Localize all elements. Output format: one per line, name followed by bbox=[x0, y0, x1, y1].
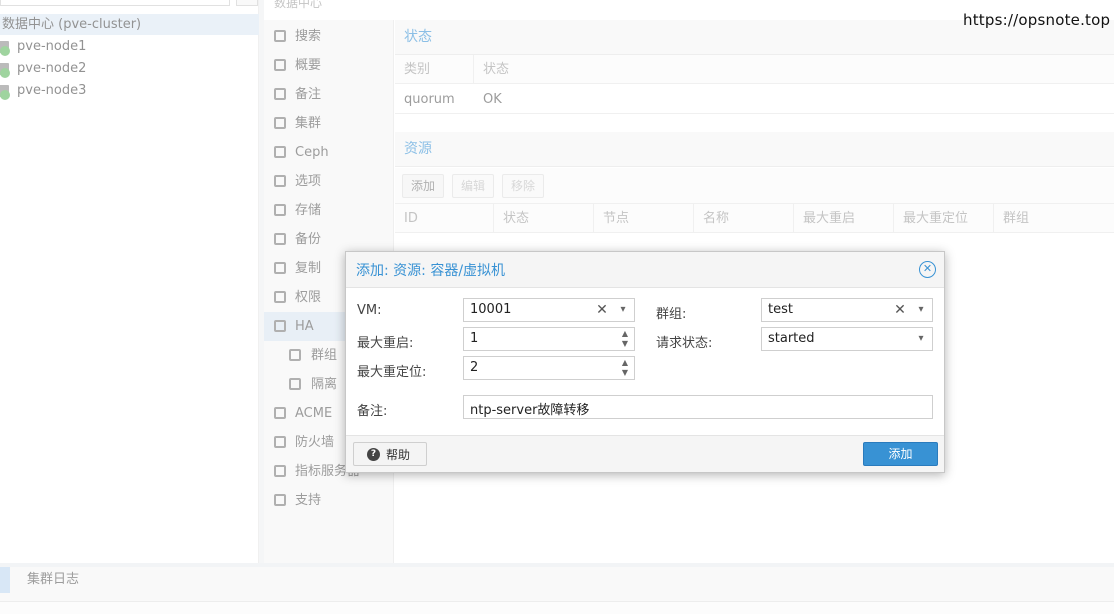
dialog-title: 添加: 资源: 容器/虚拟机 bbox=[356, 263, 506, 279]
comment-input[interactable]: ntp-server故障转移 bbox=[463, 395, 933, 419]
clear-icon[interactable]: ✕ bbox=[892, 300, 908, 320]
chevron-down-icon[interactable]: ▾ bbox=[914, 300, 928, 320]
group-label: 群组: bbox=[656, 307, 687, 322]
close-icon[interactable]: ✕ bbox=[919, 261, 936, 278]
dialog-footer: ? 帮助 添加 bbox=[346, 435, 944, 472]
clear-icon[interactable]: ✕ bbox=[594, 300, 610, 320]
dialog-header: 添加: 资源: 容器/虚拟机 ✕ bbox=[346, 252, 944, 288]
request-state-label: 请求状态: bbox=[656, 336, 713, 351]
group-value: test bbox=[768, 302, 793, 317]
spinner-arrows-icon[interactable]: ▲ ▼ bbox=[618, 357, 632, 379]
chevron-down-icon[interactable]: ▾ bbox=[616, 300, 630, 320]
vm-label: VM: bbox=[357, 303, 382, 318]
comment-label: 备注: bbox=[357, 404, 388, 419]
group-combobox[interactable]: test ✕ ▾ bbox=[761, 298, 933, 322]
help-button-label: 帮助 bbox=[386, 448, 411, 462]
watermark: https://opsnote.top bbox=[963, 11, 1111, 29]
max-relocate-spinner[interactable]: 2 ▲ ▼ bbox=[463, 356, 635, 380]
add-ha-resource-dialog: 添加: 资源: 容器/虚拟机 ✕ VM: 10001 ✕ ▾ 群组: test … bbox=[345, 251, 945, 473]
max-restart-label: 最大重启: bbox=[357, 336, 414, 351]
chevron-down-icon[interactable]: ▾ bbox=[914, 329, 928, 349]
max-restart-value: 1 bbox=[470, 331, 479, 346]
submit-add-button[interactable]: 添加 bbox=[863, 442, 938, 466]
vm-combobox[interactable]: 10001 ✕ ▾ bbox=[463, 298, 635, 322]
max-relocate-value: 2 bbox=[470, 360, 479, 375]
request-state-value: started bbox=[768, 331, 815, 346]
max-restart-spinner[interactable]: 1 ▲ ▼ bbox=[463, 327, 635, 351]
question-circle-icon: ? bbox=[367, 448, 380, 461]
spinner-arrows-icon[interactable]: ▲ ▼ bbox=[618, 328, 632, 350]
max-relocate-label: 最大重定位: bbox=[357, 365, 427, 380]
comment-value: ntp-server故障转移 bbox=[470, 403, 590, 418]
vm-value: 10001 bbox=[470, 302, 512, 317]
request-state-select[interactable]: started ▾ bbox=[761, 327, 933, 351]
help-button[interactable]: ? 帮助 bbox=[353, 442, 427, 466]
